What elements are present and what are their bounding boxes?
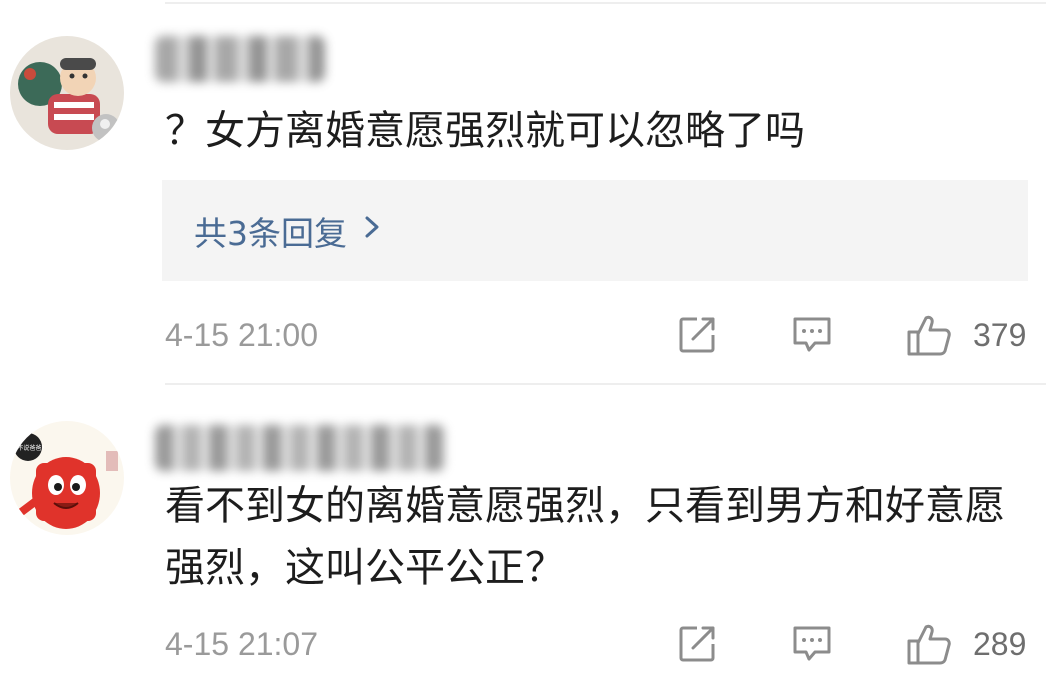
comment-meta: 4-15 21:07 289 bbox=[165, 619, 1030, 669]
username-blurred[interactable] bbox=[155, 36, 325, 82]
thumbs-up-icon bbox=[907, 624, 951, 665]
share-icon bbox=[679, 626, 715, 662]
comment-icon bbox=[793, 626, 831, 661]
view-replies-label: 共3条回复 bbox=[194, 213, 347, 253]
like-button[interactable]: 289 bbox=[905, 619, 1026, 669]
red-envelope-mascot-avatar-icon: 说不说爸爸? bbox=[10, 421, 124, 535]
thumbs-up-icon bbox=[907, 315, 951, 356]
comment-item: ？女方离婚意愿强烈就可以忽略了吗 共3条回复 4-15 21:00 379 bbox=[0, 0, 1046, 385]
like-count: 379 bbox=[973, 316, 1027, 353]
reply-button[interactable] bbox=[790, 310, 834, 360]
user-avatar[interactable]: 说不说爸爸? bbox=[10, 421, 124, 535]
share-button[interactable] bbox=[675, 619, 719, 669]
comment-meta: 4-15 21:00 379 bbox=[165, 310, 1030, 360]
comment-text: ？女方离婚意愿强烈就可以忽略了吗 bbox=[165, 108, 805, 154]
comment-icon bbox=[793, 317, 831, 352]
user-avatar[interactable] bbox=[10, 36, 124, 150]
comment-item: 说不说爸爸? 看不到女的离婚意愿强烈，只看到男方和好意愿强烈，这叫公平公正？ 4… bbox=[0, 385, 1046, 698]
comment-text: 看不到女的离婚意愿强烈，只看到男方和好意愿强烈，这叫公平公正？ bbox=[165, 483, 1005, 591]
timestamp: 4-15 21:07 bbox=[165, 625, 319, 662]
reply-button[interactable] bbox=[790, 619, 834, 669]
share-icon bbox=[679, 317, 715, 353]
avatar-caption: 说不说爸爸? bbox=[11, 444, 44, 452]
timestamp: 4-15 21:00 bbox=[165, 316, 319, 353]
view-replies-button[interactable]: 共3条回复 bbox=[162, 180, 1028, 281]
like-count: 289 bbox=[973, 625, 1027, 662]
chevron-right-icon bbox=[361, 212, 387, 250]
username-blurred[interactable] bbox=[155, 425, 445, 471]
share-button[interactable] bbox=[675, 310, 719, 360]
like-button[interactable]: 379 bbox=[905, 310, 1026, 360]
cartoon-character-avatar-icon bbox=[10, 36, 124, 150]
